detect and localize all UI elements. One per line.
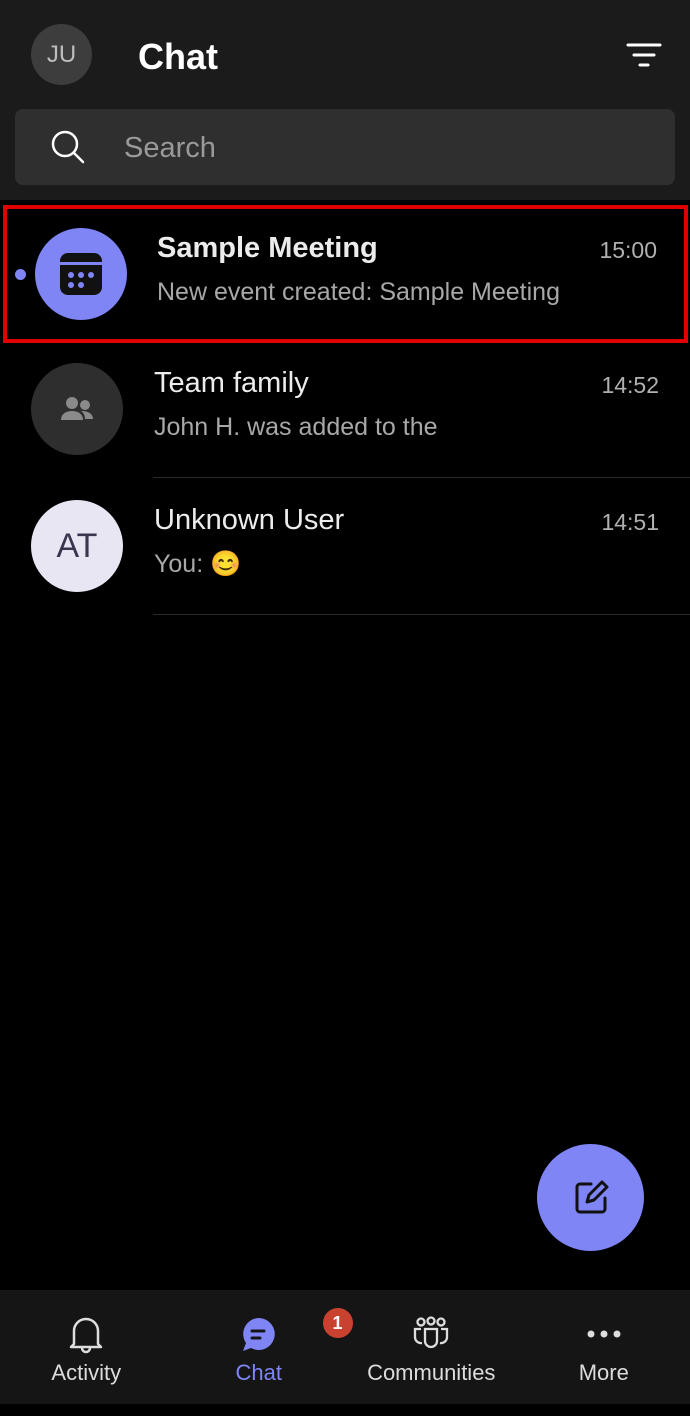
chat-name: Unknown User [154, 504, 345, 536]
page-title: Chat [138, 36, 218, 77]
avatar [35, 228, 127, 320]
search-icon [51, 130, 85, 164]
bell-icon [70, 1317, 103, 1354]
chat-time: 14:52 [601, 372, 659, 398]
tab-activity[interactable]: Activity [0, 1290, 173, 1404]
tab-label: Communities [367, 1360, 496, 1385]
tab-communities[interactable]: Communities [345, 1290, 518, 1404]
chat-preview: John H. was added to the [154, 413, 438, 441]
search-bar[interactable] [15, 109, 675, 185]
chat-time: 14:51 [601, 509, 659, 535]
new-chat-button[interactable] [537, 1144, 644, 1251]
compose-icon [575, 1180, 608, 1213]
profile-avatar[interactable]: JU [31, 24, 92, 85]
communities-icon [414, 1316, 449, 1349]
calendar-icon [60, 253, 102, 295]
chat-name: Team family [154, 367, 309, 399]
people-icon [61, 397, 93, 420]
tab-chat[interactable]: 1 Chat [173, 1290, 355, 1404]
more-icon [587, 1330, 621, 1338]
app-header: JU Chat [0, 0, 690, 200]
tab-label: Chat [235, 1360, 282, 1385]
chat-item-unknown-user[interactable]: AT Unknown User 14:51 You: 😊 [0, 477, 690, 615]
chat-item-sample-meeting[interactable]: Sample Meeting 15:00 New event created: … [3, 205, 688, 343]
avatar: AT [31, 500, 123, 592]
tab-label: More [578, 1360, 629, 1385]
chat-icon [242, 1318, 275, 1351]
chat-time: 15:00 [599, 237, 657, 263]
divider [153, 614, 690, 615]
chat-preview: New event created: Sample Meeting [157, 278, 560, 306]
avatar [31, 363, 123, 455]
chat-name: Sample Meeting [157, 232, 378, 264]
tab-more[interactable]: More [518, 1290, 690, 1404]
tab-label: Activity [51, 1360, 122, 1385]
search-input[interactable] [122, 125, 646, 171]
bottom-nav: Activity 1 Chat Communities More [0, 1290, 690, 1404]
chat-preview: You: 😊 [154, 550, 242, 578]
chat-item-team-family[interactable]: Team family 14:52 John H. was added to t… [0, 340, 690, 478]
unread-indicator [15, 269, 26, 280]
filter-icon[interactable] [622, 40, 666, 72]
